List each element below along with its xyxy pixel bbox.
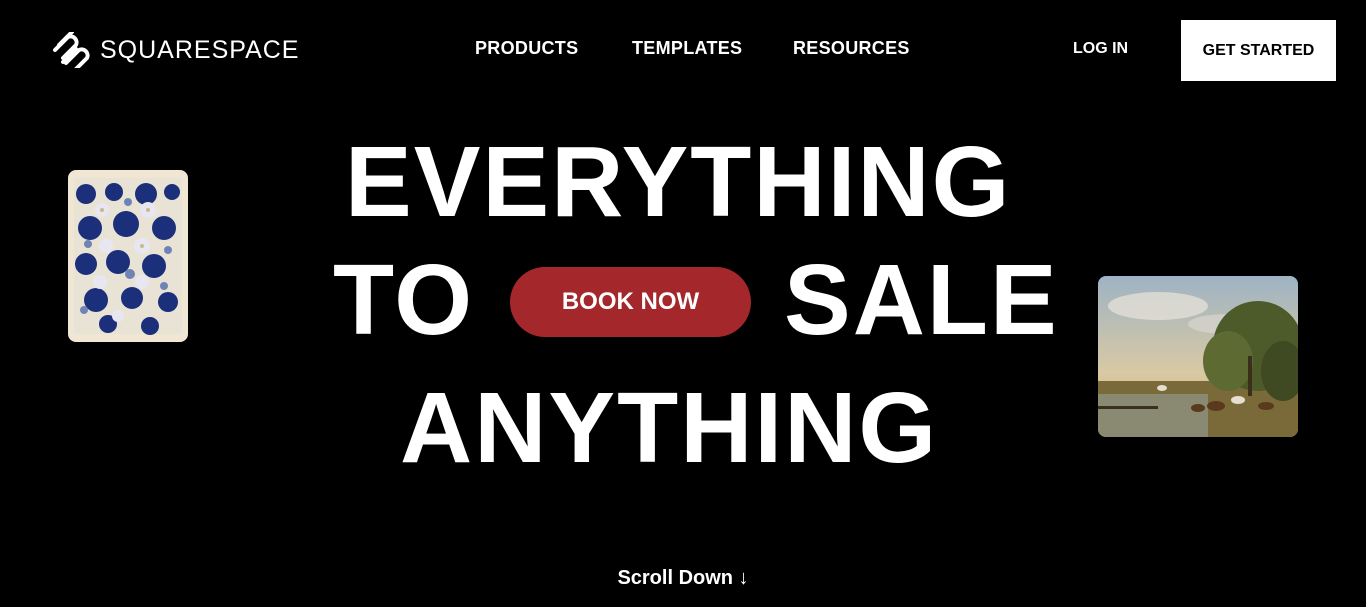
main-nav: PRODUCTS TEMPLATES RESOURCES: [0, 38, 1366, 62]
scroll-down-link[interactable]: Scroll Down ↓: [0, 567, 1366, 590]
landscape-painting-artwork: [1098, 276, 1298, 437]
nav-products[interactable]: PRODUCTS: [475, 38, 578, 59]
book-now-button[interactable]: BOOK NOW: [510, 267, 751, 337]
login-link[interactable]: LOG IN: [1073, 40, 1128, 58]
floral-pattern-image: [68, 170, 188, 342]
floral-pattern-artwork: [68, 170, 188, 342]
get-started-button[interactable]: GET STARTED: [1181, 20, 1336, 81]
hero-heading-line3: ANYTHING: [400, 372, 939, 484]
hero-heading-line2-left: TO: [333, 244, 475, 356]
nav-templates[interactable]: TEMPLATES: [632, 38, 742, 59]
nav-resources[interactable]: RESOURCES: [793, 38, 910, 59]
landscape-painting-image: [1098, 276, 1298, 437]
hero-heading-line2-right: SALE: [784, 244, 1059, 356]
hero-heading-line1: EVERYTHING: [345, 126, 1012, 238]
